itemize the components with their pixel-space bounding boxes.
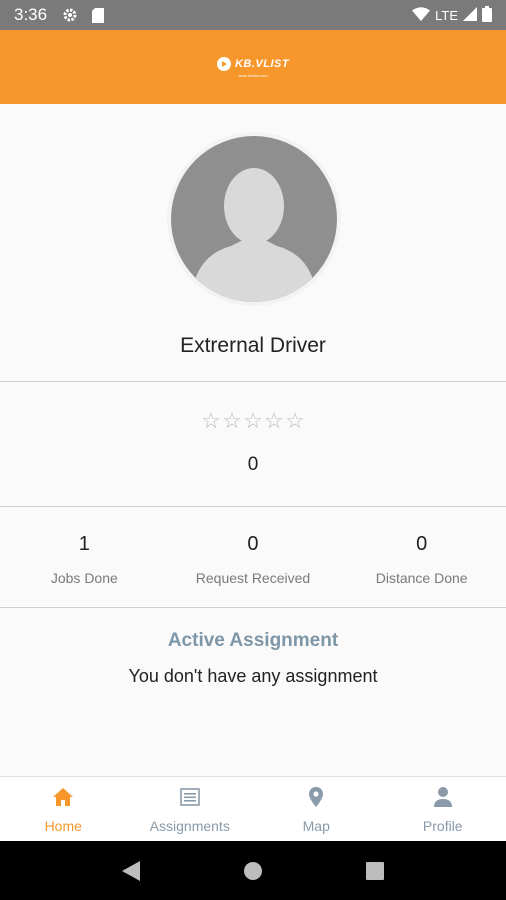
star-empty-icon: ☆	[264, 408, 284, 433]
rating-section: ☆ ☆ ☆ ☆ ☆ 0	[0, 382, 506, 506]
wifi-icon	[412, 6, 431, 24]
sd-card-icon	[89, 6, 107, 24]
status-right-group: LTE	[412, 5, 492, 25]
stat-request-received: 0 Request Received	[169, 507, 338, 607]
profile-section: Extrernal Driver	[0, 104, 506, 382]
nav-label: Map	[302, 818, 330, 834]
nav-item-assignments[interactable]: Assignments	[127, 777, 254, 841]
rating-value: 0	[247, 454, 259, 475]
driver-name: Extrernal Driver	[180, 334, 326, 357]
star-empty-icon: ☆	[201, 408, 221, 433]
stat-value: 0	[247, 533, 259, 555]
nav-label: Profile	[422, 818, 463, 834]
stat-distance-done: 0 Distance Done	[337, 507, 506, 607]
star-empty-icon: ☆	[222, 408, 242, 433]
battery-icon	[482, 5, 492, 25]
stat-jobs-done: 1 Jobs Done	[0, 507, 169, 607]
map-pin-icon	[306, 787, 326, 807]
nav-item-profile[interactable]: Profile	[380, 777, 506, 841]
network-type: LTE	[435, 7, 458, 23]
signal-icon	[463, 6, 477, 24]
star-empty-icon: ☆	[285, 408, 305, 433]
logo-play-icon	[216, 56, 231, 71]
home-button-icon[interactable]	[242, 860, 264, 882]
system-nav-bar	[0, 841, 506, 900]
assignment-section: Active Assignment You don't have any ass…	[0, 608, 506, 776]
nav-label: Home	[44, 818, 82, 834]
nav-label: Assignments	[149, 818, 230, 834]
person-silhouette-icon	[193, 168, 315, 302]
stats-section: 1 Jobs Done 0 Request Received 0 Distanc…	[0, 507, 506, 607]
stat-label: Jobs Done	[50, 570, 118, 586]
list-icon	[179, 787, 200, 807]
nav-item-home[interactable]: Home	[0, 777, 127, 841]
settings-icon	[61, 6, 79, 24]
logo-text: KB.VLIST	[234, 57, 290, 70]
person-icon	[433, 787, 453, 807]
stat-label: Distance Done	[375, 570, 468, 586]
assignment-message: You don't have any assignment	[128, 666, 378, 686]
avatar[interactable]	[171, 136, 337, 302]
home-icon	[53, 787, 74, 807]
stat-value: 0	[416, 533, 428, 555]
star-empty-icon: ☆	[243, 408, 263, 433]
stat-value: 1	[78, 533, 90, 555]
nav-item-map[interactable]: Map	[253, 777, 380, 841]
rating-stars: ☆ ☆ ☆ ☆ ☆	[0, 410, 506, 432]
status-time: 3:36	[14, 5, 48, 24]
assignment-title: Active Assignment	[167, 630, 339, 651]
recents-icon[interactable]	[364, 860, 386, 882]
bottom-nav: Home Assignments Map Profile	[0, 776, 506, 841]
logo-subtext: www.kbvlist.com	[238, 72, 268, 78]
app-logo: KB.VLIST	[216, 56, 290, 71]
back-icon[interactable]	[120, 860, 142, 882]
app-bar: KB.VLIST www.kbvlist.com	[0, 30, 506, 104]
stat-label: Request Received	[195, 570, 311, 586]
status-bar: 3:36 LTE	[0, 0, 506, 30]
